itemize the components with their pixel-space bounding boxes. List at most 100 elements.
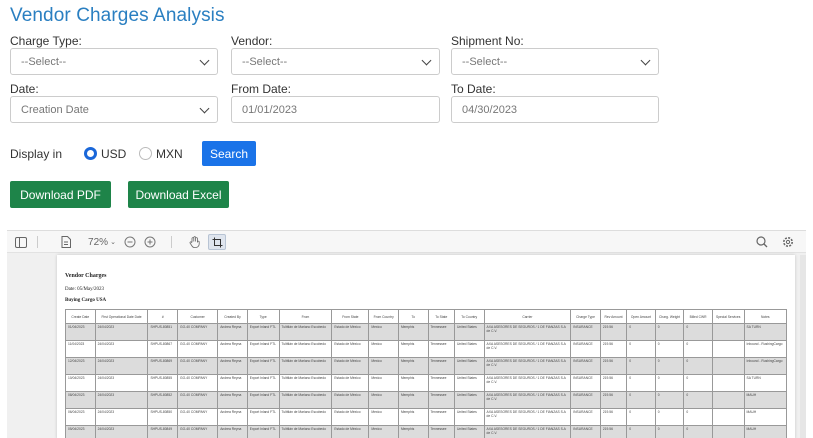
settings-icon[interactable] xyxy=(781,234,795,250)
sidebar-toggle-icon[interactable] xyxy=(13,234,29,250)
date-label: Date: xyxy=(10,82,39,96)
table-row: 12/04/2023 24/04/2023 SHPUS-80869 GO-40 COM… xyxy=(65,357,788,375)
table-cell: 05/04/2023 xyxy=(65,425,96,438)
table-cell: Mexico xyxy=(368,408,399,426)
table-cell: MAUH xyxy=(743,408,788,426)
mxn-radio-label[interactable]: MXN xyxy=(156,147,183,161)
usd-radio-label[interactable]: USD xyxy=(101,147,126,161)
select-tool-icon[interactable] xyxy=(208,234,226,250)
table-cell: 219.56 xyxy=(599,340,628,358)
table-cell: 0 xyxy=(654,425,685,438)
table-cell: 0 xyxy=(626,357,656,375)
report-column-header: Charge Type xyxy=(570,309,601,324)
table-cell: SHPUS-80851 xyxy=(147,323,179,341)
table-cell: SHPUS-80850 xyxy=(147,408,179,426)
table-cell: 0 xyxy=(654,391,685,409)
table-cell: AXA ASESORES DE SEGUROS / 1 DE FIANZAS S… xyxy=(483,408,572,426)
table-cell: 0 xyxy=(626,425,656,438)
search-button[interactable]: Search xyxy=(202,141,256,166)
report-column-header: Open Amount xyxy=(626,309,656,324)
report-column-header: Rev Amount xyxy=(599,309,628,324)
table-cell: Tultitlán de Mariano Escobedo xyxy=(278,374,333,392)
table-cell: Tennessee xyxy=(427,425,455,438)
table-cell: Memphis xyxy=(397,408,429,426)
from-date-input[interactable]: 01/01/2023 xyxy=(231,96,440,123)
table-cell: Mexico xyxy=(368,357,399,375)
chevron-down-icon xyxy=(421,55,432,66)
table-cell: INSURANCE xyxy=(570,357,601,375)
pdf-viewer: 72% ⌄ Vendor Charges Date: 05/May/2023 Bu… xyxy=(7,230,806,438)
table-cell: 24/04/2023 xyxy=(94,408,149,426)
table-row: 08/04/2023 24/04/2023 SHPUS-80852 GO-40 COM… xyxy=(65,391,788,409)
table-cell: Andrea Reyna xyxy=(217,408,248,426)
table-cell: GO-40 COMPANY xyxy=(177,391,219,409)
table-cell: 0 xyxy=(626,391,656,409)
table-cell: Export Inland FTL xyxy=(246,357,280,375)
table-cell: Memphis xyxy=(397,340,429,358)
table-cell: 219.56 xyxy=(599,357,628,375)
charge-type-label: Charge Type: xyxy=(10,34,82,48)
table-cell: Mexico xyxy=(368,340,399,358)
table-cell: Tultitlán de Mariano Escobedo xyxy=(278,340,333,358)
table-cell: Export Inland FTL xyxy=(246,340,280,358)
table-cell: INSURANCE xyxy=(570,374,601,392)
table-cell: Andrea Reyna xyxy=(217,374,248,392)
zoom-out-icon[interactable] xyxy=(123,234,137,250)
report-column-header: From xyxy=(278,309,333,324)
table-cell: AXA ASESORES DE SEGUROS / 1 DE FIANZAS S… xyxy=(483,323,572,341)
table-row: 06/04/2023 24/04/2023 SHPUS-80850 GO-40 COM… xyxy=(65,408,788,426)
table-cell: MAUH xyxy=(743,425,788,438)
shipment-no-value: --Select-- xyxy=(462,55,508,68)
table-cell: AXA ASESORES DE SEGUROS / 1 DE FIANZAS S… xyxy=(483,425,572,438)
table-cell: 10/04/2023 xyxy=(65,374,96,392)
table-cell: 24/04/2023 xyxy=(94,357,149,375)
to-date-label: To Date: xyxy=(451,82,496,96)
to-date-input[interactable]: 04/30/2023 xyxy=(451,96,659,123)
vendor-label: Vendor: xyxy=(231,34,273,48)
to-date-value: 04/30/2023 xyxy=(462,103,518,116)
table-cell: 0 xyxy=(683,357,713,375)
table-row: 01/04/2023 24/04/2023 SHPUS-80851 GO-40 COM… xyxy=(65,323,788,341)
vendor-select[interactable]: --Select-- xyxy=(231,48,440,75)
table-cell: Export Inland FTL xyxy=(246,425,280,438)
report-column-header: Charg. Weight xyxy=(654,309,685,324)
table-cell: 24/04/2023 xyxy=(94,340,149,358)
table-cell: Export Inland FTL xyxy=(246,374,280,392)
table-cell: Mexico xyxy=(368,374,399,392)
table-cell: Tennessee xyxy=(427,323,455,341)
table-cell: United States xyxy=(453,374,485,392)
table-cell: 0 xyxy=(654,374,685,392)
shipment-no-select[interactable]: --Select-- xyxy=(451,48,659,75)
report-column-header: Carrier xyxy=(483,309,572,324)
table-cell: Estado de México xyxy=(331,374,370,392)
table-cell: 24/04/2023 xyxy=(94,391,149,409)
download-pdf-button[interactable]: Download PDF xyxy=(10,181,111,208)
table-cell: 0 xyxy=(683,323,713,341)
report-column-header: Type xyxy=(246,309,280,324)
viewer-scrollbar[interactable] xyxy=(800,255,806,438)
table-cell: INSURANCE xyxy=(570,391,601,409)
page-icon[interactable] xyxy=(59,234,73,250)
table-cell: Estado de México xyxy=(331,425,370,438)
charge-type-value: --Select-- xyxy=(21,55,67,68)
report-column-header: # xyxy=(147,309,179,324)
table-cell: 06/04/2023 xyxy=(65,408,96,426)
table-cell: Andrea Reyna xyxy=(217,323,248,341)
usd-radio[interactable] xyxy=(84,147,97,160)
date-type-select[interactable]: Creation Date xyxy=(10,96,218,123)
table-cell: 0 xyxy=(626,374,656,392)
search-icon[interactable] xyxy=(755,234,769,250)
charge-type-select[interactable]: --Select-- xyxy=(10,48,218,75)
report-column-header: Billed CWR xyxy=(683,309,713,324)
table-cell: Mexico xyxy=(368,425,399,438)
zoom-level[interactable]: 72% ⌄ xyxy=(87,234,117,250)
table-cell: SHPUS-80852 xyxy=(147,391,179,409)
table-cell: Memphis xyxy=(397,357,429,375)
report-column-header: From Country xyxy=(368,309,399,324)
download-excel-button[interactable]: Download Excel xyxy=(128,181,229,208)
mxn-radio[interactable] xyxy=(139,147,152,160)
zoom-in-icon[interactable] xyxy=(143,234,157,250)
table-cell: 0 xyxy=(683,408,713,426)
hand-tool-icon[interactable] xyxy=(187,234,201,250)
table-cell: SHPUS-80869 xyxy=(147,357,179,375)
